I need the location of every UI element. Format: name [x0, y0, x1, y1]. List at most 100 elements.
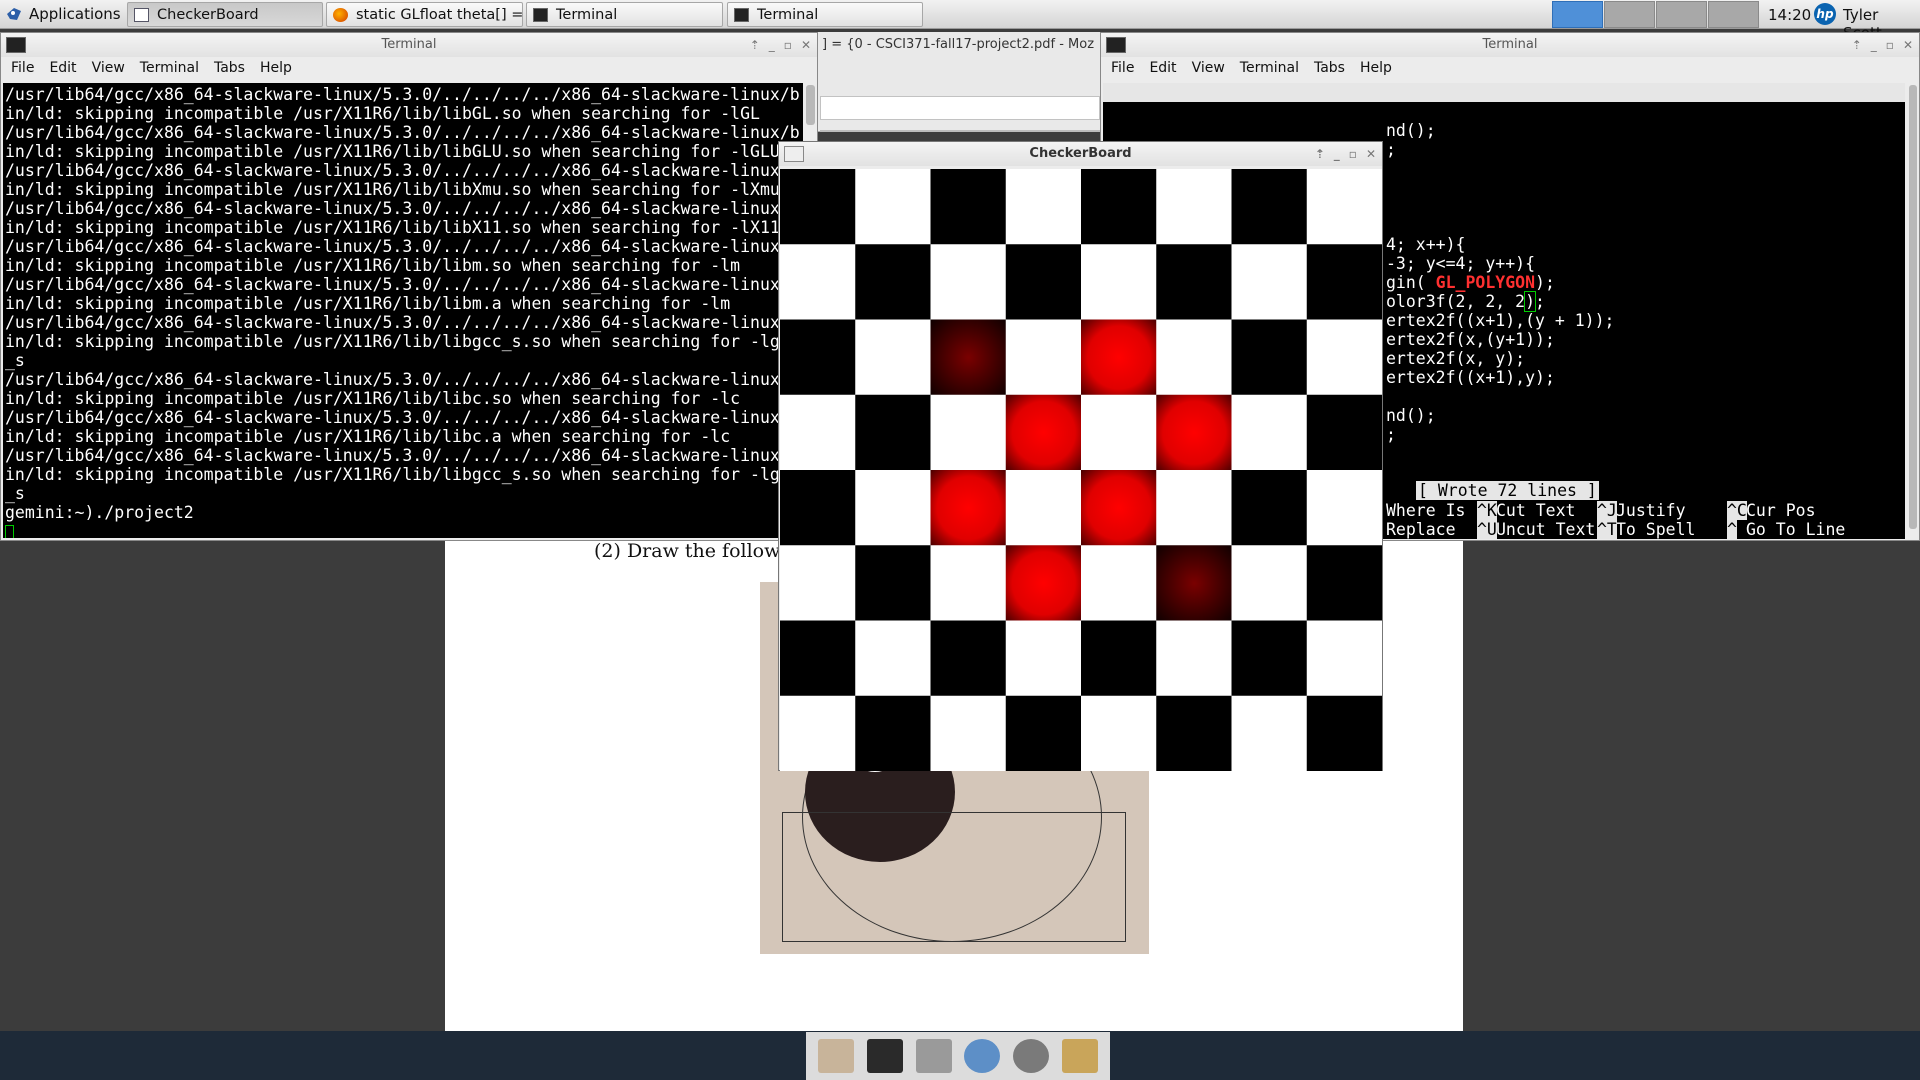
- taskbar-button[interactable]: CheckerBoard: [127, 2, 323, 27]
- checker-square: [1081, 244, 1158, 321]
- checker-square: [1306, 394, 1382, 471]
- menu-terminal[interactable]: Terminal: [1240, 60, 1299, 76]
- terminal-line: in/ld: skipping incompatible /usr/X11R6/…: [5, 427, 731, 446]
- code-line: olor3f(2, 2, 2);: [1386, 291, 1545, 312]
- checker-square: [855, 319, 932, 396]
- terminal-line: in/ld: skipping incompatible /usr/X11R6/…: [5, 256, 741, 275]
- titlebar[interactable]: Terminal ⇡ _ ▫ ✕: [1, 33, 817, 57]
- hp-logo-icon: hp: [1814, 3, 1836, 25]
- checker-square: [780, 169, 857, 246]
- menu-help[interactable]: Help: [260, 60, 292, 76]
- shortcut-label: Cut Text: [1496, 501, 1576, 520]
- maximize-icon[interactable]: ▫: [784, 33, 792, 57]
- terminal-icon[interactable]: [866, 1039, 903, 1073]
- menu-file[interactable]: File: [1111, 60, 1134, 76]
- cursor: [5, 524, 14, 538]
- terminal-line: _s: [5, 484, 25, 503]
- maximize-icon[interactable]: ▫: [1349, 142, 1357, 166]
- checker-square: [1005, 695, 1082, 771]
- checker-square: [1156, 545, 1233, 622]
- globe-icon[interactable]: [964, 1039, 1001, 1073]
- minimize-icon[interactable]: _: [769, 33, 775, 57]
- checker-square: [780, 319, 857, 396]
- menu-file[interactable]: File: [11, 60, 34, 76]
- applications-menu[interactable]: Applications: [5, 3, 121, 25]
- shortcut-key: ^T: [1597, 520, 1617, 539]
- maximize-icon[interactable]: ▫: [1886, 33, 1894, 57]
- checker-square: [930, 169, 1007, 246]
- firefox-window[interactable]: ] = {0 - CSCI371-fall17-project2.pdf - M…: [818, 32, 1102, 132]
- scrollbar-thumb[interactable]: [806, 85, 815, 125]
- code-line: ;: [1386, 425, 1396, 444]
- menu-view[interactable]: View: [1192, 60, 1225, 76]
- shortcut-label: Justify: [1616, 501, 1686, 520]
- code-fragment: olor3f(2, 2, 2: [1386, 292, 1526, 311]
- window-title: Terminal: [1482, 37, 1538, 52]
- workspace-4[interactable]: [1708, 1, 1759, 28]
- workspace-1[interactable]: [1552, 1, 1603, 28]
- taskbar-button-label: static GLfloat theta[] = ...: [356, 6, 523, 23]
- scrollbar[interactable]: [1907, 83, 1919, 539]
- file-manager-icon[interactable]: [915, 1039, 952, 1073]
- taskbar-button[interactable]: Terminal: [526, 2, 723, 27]
- titlebar[interactable]: Terminal ⇡ _ ▫ ✕: [1101, 33, 1919, 57]
- workspace-3[interactable]: [1656, 1, 1707, 28]
- checker-square: [780, 394, 857, 471]
- menu-tabs[interactable]: Tabs: [1314, 60, 1345, 76]
- code-line: ertex2f(x,(y+1));: [1386, 330, 1555, 349]
- shade-icon[interactable]: ⇡: [1852, 33, 1862, 57]
- checker-square: [1005, 545, 1082, 622]
- search-icon[interactable]: [1012, 1039, 1049, 1073]
- checker-square: [855, 244, 932, 321]
- menu-terminal[interactable]: Terminal: [140, 60, 199, 76]
- close-icon[interactable]: ✕: [801, 33, 811, 57]
- minimize-icon[interactable]: _: [1334, 142, 1340, 166]
- checker-square: [1231, 319, 1308, 396]
- checker-square: [1081, 620, 1158, 697]
- terminal-line: /usr/lib64/gcc/x86_64-slackware-linux/5.…: [5, 161, 800, 180]
- titlebar[interactable]: CheckerBoard ⇡ _ ▫ ✕: [779, 142, 1382, 166]
- shade-icon[interactable]: ⇡: [750, 33, 760, 57]
- clock: 14:20: [1768, 6, 1812, 24]
- firefox-title: ] = {0 - CSCI371-fall17-project2.pdf - M…: [822, 37, 1095, 52]
- terminal-line: in/ld: skipping incompatible /usr/X11R6/…: [5, 180, 780, 199]
- code-line: gin( GL_POLYGON);: [1386, 273, 1555, 292]
- close-icon[interactable]: ✕: [1903, 33, 1913, 57]
- menu-help[interactable]: Help: [1360, 60, 1392, 76]
- home-folder-icon[interactable]: [818, 1039, 855, 1073]
- checkerboard-canvas[interactable]: [780, 169, 1382, 771]
- checker-square: [1156, 620, 1233, 697]
- menu-tabs[interactable]: Tabs: [214, 60, 245, 76]
- checker-square: [1005, 620, 1082, 697]
- scrollbar-thumb[interactable]: [1909, 85, 1917, 529]
- shade-icon[interactable]: ⇡: [1315, 142, 1325, 166]
- photo-frame: [782, 812, 1126, 942]
- checker-square: [1156, 470, 1233, 547]
- shortcut-key: ^J: [1597, 501, 1617, 520]
- menu-edit[interactable]: Edit: [49, 60, 76, 76]
- terminal-icon: [734, 7, 749, 22]
- nano-header: nano 2.6.0 File: project2.c: [1103, 83, 1905, 140]
- checker-square: [1081, 695, 1158, 771]
- shortcut-label: Go To Line: [1746, 520, 1846, 539]
- checkerboard-window[interactable]: CheckerBoard ⇡ _ ▫ ✕: [778, 141, 1383, 771]
- checker-square: [1231, 394, 1308, 471]
- firefox-url-bar[interactable]: [820, 96, 1100, 120]
- checker-square: [1231, 244, 1308, 321]
- taskbar-button[interactable]: Terminal: [727, 2, 923, 27]
- close-icon[interactable]: ✕: [1366, 142, 1376, 166]
- workspace-pager[interactable]: [1552, 1, 1760, 28]
- terminal-output[interactable]: /usr/lib64/gcc/x86_64-slackware-linux/5.…: [3, 83, 803, 538]
- checker-square: [780, 620, 857, 697]
- terminal-window-left[interactable]: Terminal ⇡ _ ▫ ✕ File Edit View Terminal Tabs He…: [0, 32, 818, 541]
- folder-icon[interactable]: [1061, 1039, 1098, 1073]
- checker-square: [1081, 470, 1158, 547]
- checker-square: [1156, 695, 1233, 771]
- checker-square: [1231, 169, 1308, 246]
- taskbar-button[interactable]: static GLfloat theta[] = ...: [326, 2, 523, 27]
- menu-view[interactable]: View: [92, 60, 125, 76]
- workspace-2[interactable]: [1604, 1, 1655, 28]
- checker-square: [1306, 695, 1382, 771]
- minimize-icon[interactable]: _: [1871, 33, 1877, 57]
- menu-edit[interactable]: Edit: [1149, 60, 1176, 76]
